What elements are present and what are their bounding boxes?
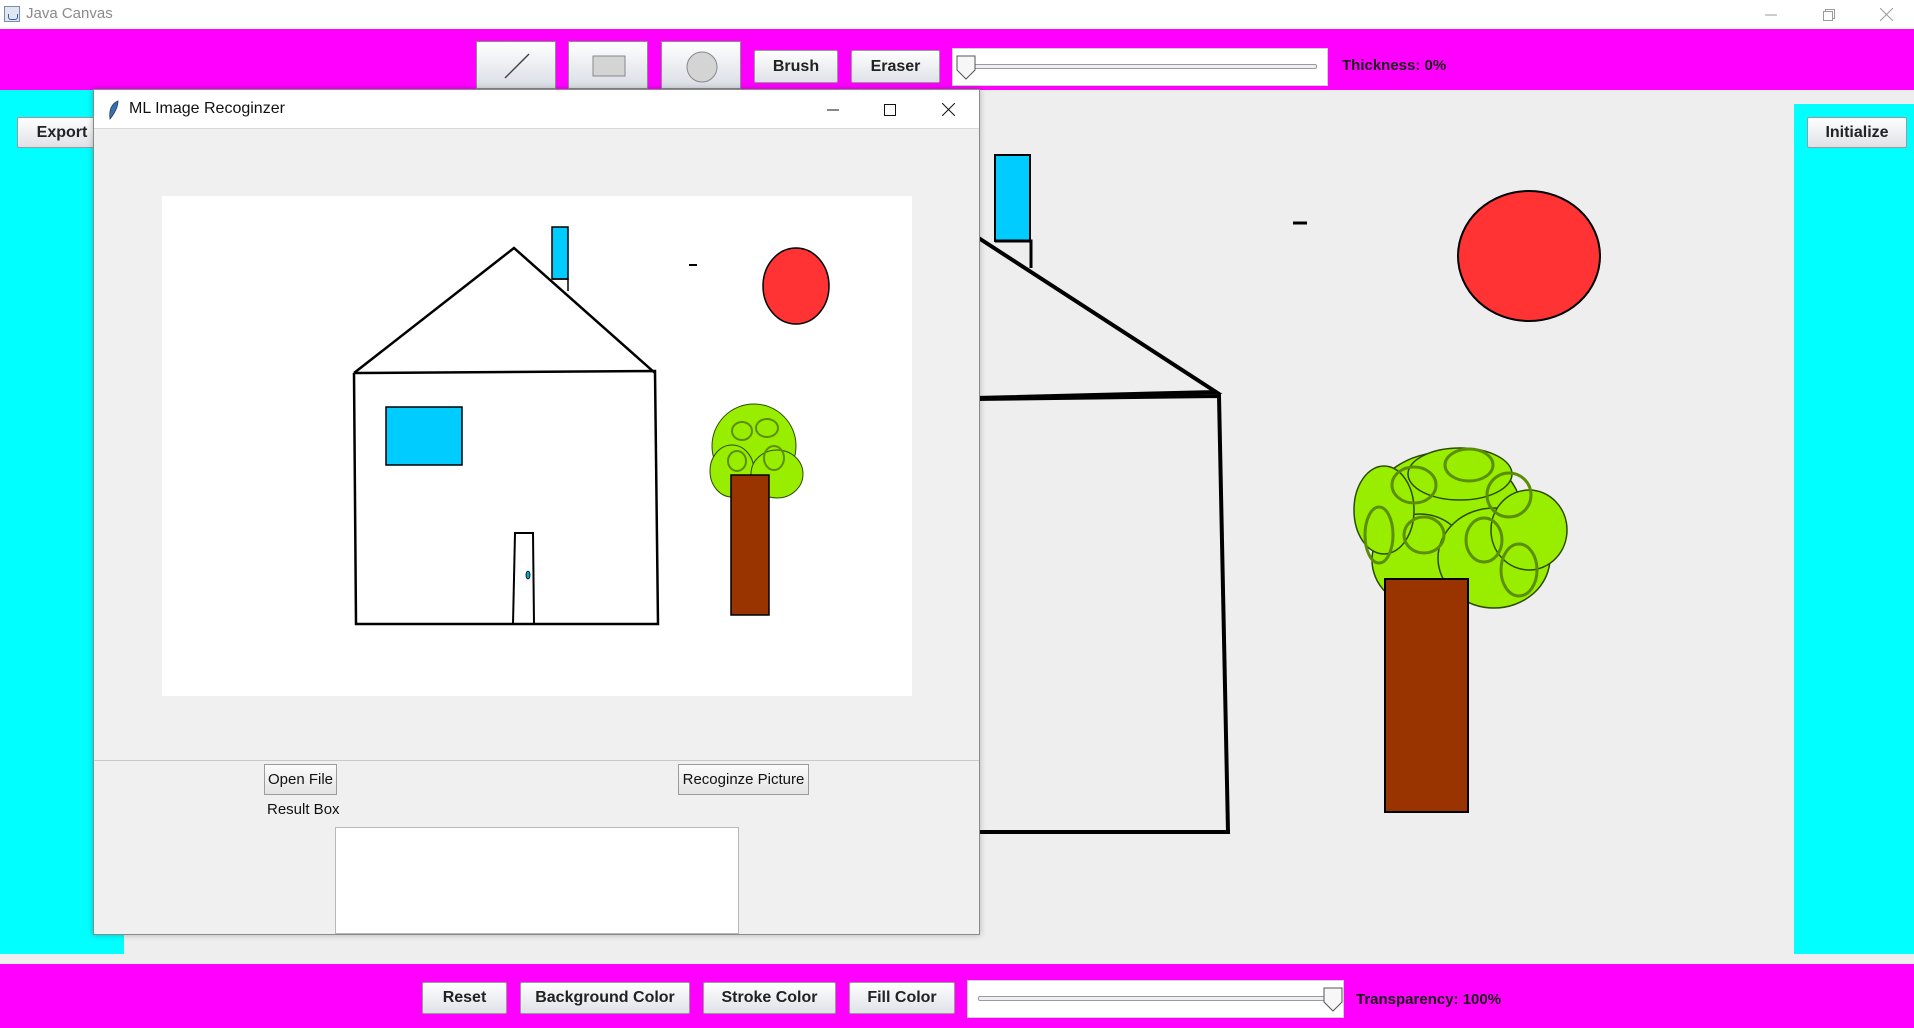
dialog-divider	[94, 760, 979, 761]
window-title: Java Canvas	[26, 5, 113, 22]
java-app-icon	[4, 6, 20, 22]
right-side-panel: Initialize	[1794, 104, 1914, 954]
restore-icon[interactable]	[1801, 0, 1857, 29]
dialog-titlebar: ML Image Recoginzer	[94, 90, 979, 129]
canvas-chimney	[994, 154, 1031, 242]
thickness-label: Thickness: 0%	[1342, 57, 1447, 74]
result-box[interactable]	[335, 827, 739, 934]
rectangle-icon	[592, 55, 626, 77]
fill-color-button[interactable]: Fill Color	[849, 982, 955, 1014]
eraser-button[interactable]: Eraser	[851, 50, 940, 83]
initialize-button[interactable]: Initialize	[1807, 117, 1907, 148]
ellipse-icon	[686, 51, 718, 83]
reset-button[interactable]: Reset	[422, 982, 507, 1014]
transparency-slider-thumb[interactable]	[1323, 987, 1343, 1013]
thickness-slider[interactable]	[952, 48, 1328, 86]
preview-tree-trunk	[730, 474, 770, 616]
dialog-maximize-icon[interactable]	[862, 95, 918, 124]
ellipse-tool-button[interactable]	[661, 41, 741, 89]
transparency-label: Transparency: 100%	[1356, 991, 1502, 1008]
dialog-close-icon[interactable]	[920, 95, 976, 124]
window-titlebar: Java Canvas	[0, 0, 1914, 29]
result-box-label: Result Box	[267, 801, 340, 818]
stroke-color-button[interactable]: Stroke Color	[703, 982, 836, 1014]
recognize-picture-button[interactable]: Recoginze Picture	[678, 764, 809, 795]
top-toolbar: Brush Eraser Thickness: 0%	[0, 29, 1914, 90]
rectangle-tool-button[interactable]	[568, 41, 648, 89]
brush-button[interactable]: Brush	[754, 50, 838, 83]
minimize-icon[interactable]	[1743, 0, 1799, 29]
line-tool-button[interactable]	[476, 41, 556, 89]
feather-icon	[109, 100, 119, 120]
open-file-button[interactable]: Open File	[264, 764, 337, 795]
preview-chimney	[551, 226, 569, 280]
transparency-slider-track	[978, 996, 1333, 1001]
canvas-tree-trunk	[1384, 578, 1469, 813]
close-icon[interactable]	[1858, 0, 1914, 29]
dialog-minimize-icon[interactable]	[805, 95, 861, 124]
thickness-slider-track	[963, 64, 1317, 69]
canvas-sun	[1457, 190, 1601, 322]
thickness-slider-thumb[interactable]	[956, 55, 976, 81]
transparency-slider[interactable]	[967, 980, 1344, 1018]
image-preview	[162, 196, 912, 696]
ml-recognizer-dialog: ML Image Recoginzer Open File Recoginze …	[93, 89, 980, 935]
line-icon	[504, 53, 530, 79]
preview-window	[385, 406, 463, 466]
dialog-title: ML Image Recoginzer	[129, 100, 285, 117]
preview-sun	[762, 247, 830, 325]
background-color-button[interactable]: Background Color	[520, 982, 690, 1014]
bottom-toolbar: Reset Background Color Stroke Color Fill…	[0, 964, 1914, 1028]
canvas-house-wall	[973, 393, 1231, 834]
